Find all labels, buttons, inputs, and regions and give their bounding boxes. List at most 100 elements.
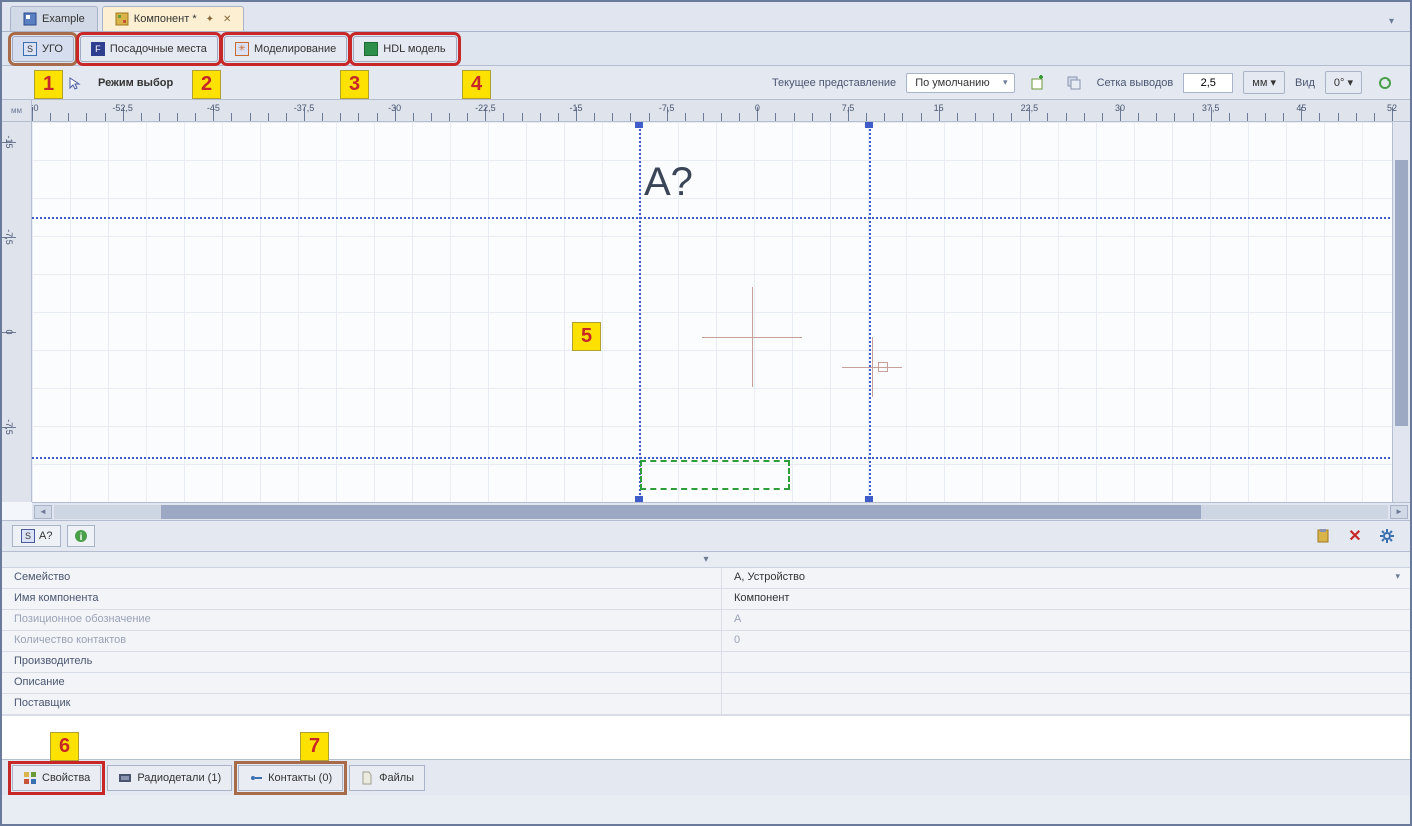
subtab-modeling[interactable]: ✳ Моделирование bbox=[224, 36, 347, 62]
canvas-area: мм -60-52,5-45-37,5-30-22,5-15-7,507,515… bbox=[2, 100, 1410, 520]
property-value[interactable]: A bbox=[722, 610, 1410, 630]
scroll-right-icon[interactable]: ► bbox=[1390, 505, 1408, 519]
tabs-dropdown-icon[interactable]: ▾ bbox=[1381, 12, 1402, 31]
delete-icon[interactable]: ✕ bbox=[1342, 523, 1368, 549]
callout-7: 7 bbox=[300, 732, 329, 761]
callout-3: 3 bbox=[340, 70, 369, 99]
subtab-footprints[interactable]: F Посадочные места bbox=[80, 36, 218, 62]
document-tabs: Example Компонент * ✦ ✕ ▾ bbox=[2, 2, 1410, 32]
grid-label: Сетка выводов bbox=[1097, 77, 1174, 89]
property-row[interactable]: СемействоА, Устройство bbox=[2, 568, 1410, 589]
ruler-corner: мм bbox=[2, 100, 32, 122]
panel-collapse-handle[interactable]: ▾ bbox=[2, 552, 1410, 568]
property-label: Поставщик bbox=[2, 694, 722, 714]
property-label: Имя компонента bbox=[2, 589, 722, 609]
section-icon: S bbox=[21, 529, 35, 543]
property-value[interactable]: Компонент bbox=[722, 589, 1410, 609]
canvas-status-bar: S A? i ✕ bbox=[2, 520, 1410, 552]
property-row[interactable]: Имя компонентаКомпонент bbox=[2, 589, 1410, 610]
tab-label: Компонент * bbox=[134, 13, 197, 25]
horizontal-scrollbar[interactable]: ◄ ► bbox=[32, 502, 1410, 520]
value-placeholder[interactable] bbox=[640, 460, 790, 490]
callout-6: 6 bbox=[50, 732, 79, 761]
guide-horizontal[interactable] bbox=[32, 457, 1410, 459]
view-angle-label: Вид bbox=[1295, 77, 1315, 89]
tab-example[interactable]: Example bbox=[10, 6, 98, 31]
tab-component[interactable]: Компонент * ✦ ✕ bbox=[102, 6, 245, 31]
paste-icon[interactable] bbox=[1310, 523, 1336, 549]
guide-marker[interactable] bbox=[865, 122, 873, 128]
property-row[interactable]: Позиционное обозначениеA bbox=[2, 610, 1410, 631]
mode-label: Режим выбор bbox=[98, 77, 173, 89]
property-row[interactable]: Поставщик bbox=[2, 694, 1410, 715]
current-view-label: Текущее представление bbox=[772, 77, 896, 89]
contacts-icon bbox=[249, 771, 263, 785]
property-row[interactable]: Количество контактов0 bbox=[2, 631, 1410, 652]
guide-marker[interactable] bbox=[635, 122, 643, 128]
pin-icon[interactable]: ✦ bbox=[206, 14, 214, 25]
files-icon bbox=[360, 771, 374, 785]
canvas[interactable]: 5 A? bbox=[32, 122, 1410, 502]
guide-vertical[interactable] bbox=[639, 122, 641, 502]
subtab-label: Посадочные места bbox=[110, 43, 207, 55]
callout-4: 4 bbox=[462, 70, 491, 99]
subtab-ugo[interactable]: S УГО bbox=[12, 36, 74, 62]
subtab-hdl[interactable]: HDL модель bbox=[353, 36, 456, 62]
grid-input[interactable] bbox=[1183, 73, 1233, 93]
svg-text:i: i bbox=[80, 532, 83, 543]
btab-files[interactable]: Файлы bbox=[349, 765, 425, 791]
property-row[interactable]: Описание bbox=[2, 673, 1410, 694]
property-value[interactable] bbox=[722, 673, 1410, 693]
current-view-select[interactable]: По умолчанию bbox=[906, 73, 1014, 93]
vertical-scrollbar[interactable] bbox=[1392, 122, 1410, 502]
guide-horizontal[interactable] bbox=[32, 217, 1410, 219]
callout-2: 2 bbox=[192, 70, 221, 99]
property-value[interactable] bbox=[722, 652, 1410, 672]
panel-spacer: 6 7 bbox=[2, 715, 1410, 759]
settings-icon[interactable] bbox=[1374, 523, 1400, 549]
footprint-icon: F bbox=[91, 42, 105, 56]
property-label: Количество контактов bbox=[2, 631, 722, 651]
add-view-icon[interactable] bbox=[1025, 70, 1051, 96]
ruler-vertical[interactable]: -15-7,50-7,5 bbox=[2, 122, 32, 502]
scroll-left-icon[interactable]: ◄ bbox=[34, 505, 52, 519]
editor-toolbar: 1 Режим выбор 2 3 4 Текущее представлени… bbox=[2, 66, 1410, 100]
bottom-panel-tabs: Свойства Радиодетали (1) Контакты (0) Фа… bbox=[2, 759, 1410, 795]
property-row[interactable]: Производитель bbox=[2, 652, 1410, 673]
callout-1: 1 bbox=[34, 70, 63, 99]
hdl-icon bbox=[364, 42, 378, 56]
section-tab[interactable]: S A? bbox=[12, 525, 61, 547]
guide-vertical[interactable] bbox=[869, 122, 871, 502]
close-icon[interactable]: ✕ bbox=[223, 14, 231, 25]
copy-view-icon[interactable] bbox=[1061, 70, 1087, 96]
parts-icon bbox=[118, 771, 132, 785]
component-icon bbox=[115, 12, 129, 26]
info-icon: i bbox=[74, 529, 88, 543]
property-value[interactable] bbox=[722, 694, 1410, 714]
btab-properties[interactable]: Свойства bbox=[12, 765, 101, 791]
ugo-icon: S bbox=[23, 42, 37, 56]
modeling-icon: ✳ bbox=[235, 42, 249, 56]
property-label: Позиционное обозначение bbox=[2, 610, 722, 630]
guide-marker[interactable] bbox=[635, 496, 643, 502]
cursor-icon[interactable] bbox=[62, 70, 88, 96]
property-label: Производитель bbox=[2, 652, 722, 672]
refdes-text[interactable]: A? bbox=[644, 160, 693, 205]
unit-select[interactable]: мм ▾ bbox=[1243, 71, 1285, 94]
refresh-icon[interactable] bbox=[1372, 70, 1398, 96]
btab-parts[interactable]: Радиодетали (1) bbox=[107, 765, 232, 791]
doc-icon bbox=[23, 12, 37, 26]
property-value[interactable]: А, Устройство bbox=[722, 568, 1410, 588]
callout-5: 5 bbox=[572, 322, 601, 351]
ruler-horizontal[interactable]: -60-52,5-45-37,5-30-22,5-15-7,507,51522,… bbox=[32, 100, 1410, 122]
info-tab[interactable]: i bbox=[67, 525, 95, 547]
subtab-label: HDL модель bbox=[383, 43, 445, 55]
property-label: Описание bbox=[2, 673, 722, 693]
properties-icon bbox=[23, 771, 37, 785]
property-value[interactable]: 0 bbox=[722, 631, 1410, 651]
editor-subtabs: S УГО F Посадочные места ✳ Моделирование… bbox=[2, 32, 1410, 66]
property-label: Семейство bbox=[2, 568, 722, 588]
guide-marker[interactable] bbox=[865, 496, 873, 502]
view-angle-select[interactable]: 0° ▾ bbox=[1325, 71, 1362, 94]
btab-contacts[interactable]: Контакты (0) bbox=[238, 765, 343, 791]
